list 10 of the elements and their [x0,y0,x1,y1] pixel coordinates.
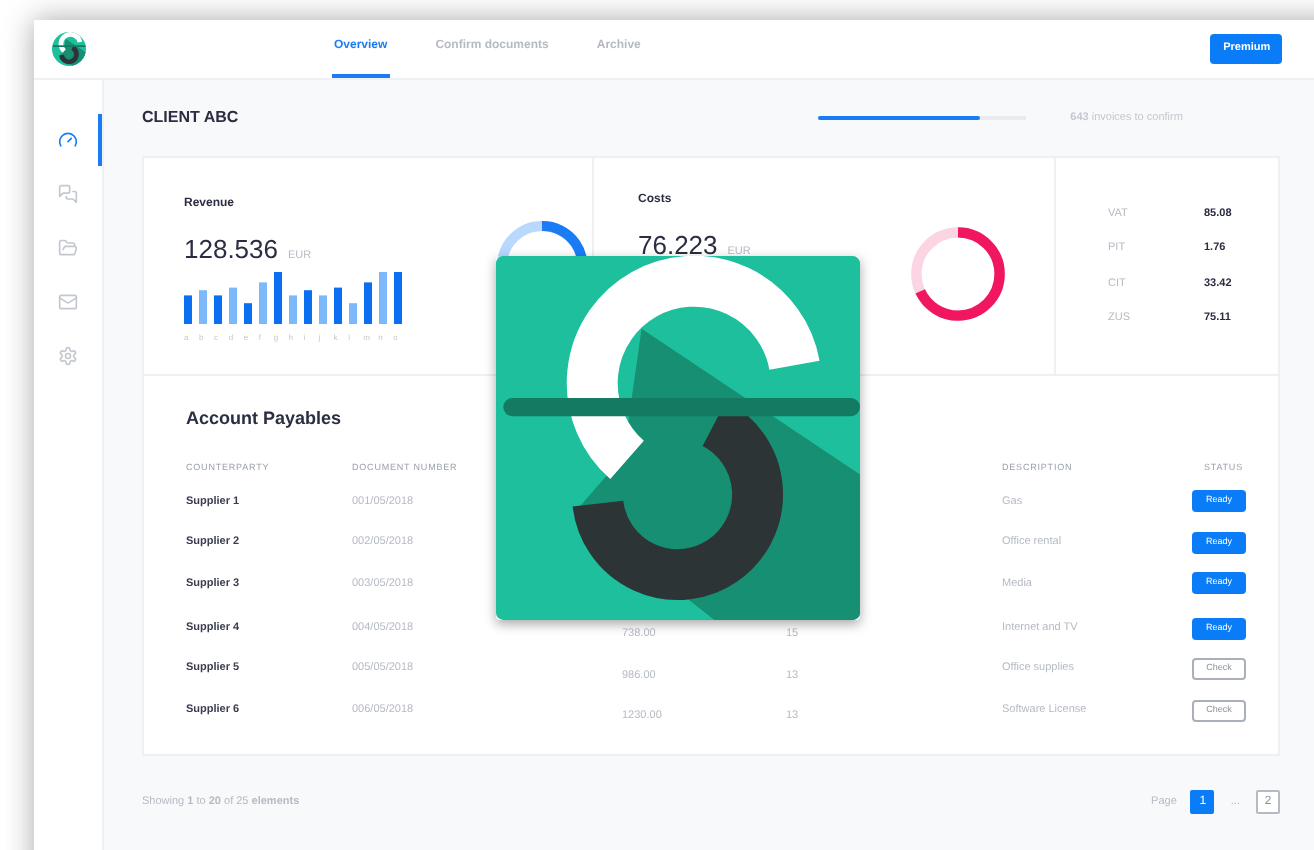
folder-icon[interactable] [58,238,78,258]
dashboard-icon[interactable] [58,130,78,150]
client-title: CLIENT ABC [142,106,239,130]
revenue-amount: 128.536 [184,231,278,268]
logo-icon [52,32,86,66]
mail-icon[interactable] [58,292,78,312]
table-title: Account Payables [186,406,344,432]
settings-icon[interactable] [58,346,78,366]
costs-amount: 76.223 [638,228,718,264]
chat-icon[interactable] [58,184,78,204]
